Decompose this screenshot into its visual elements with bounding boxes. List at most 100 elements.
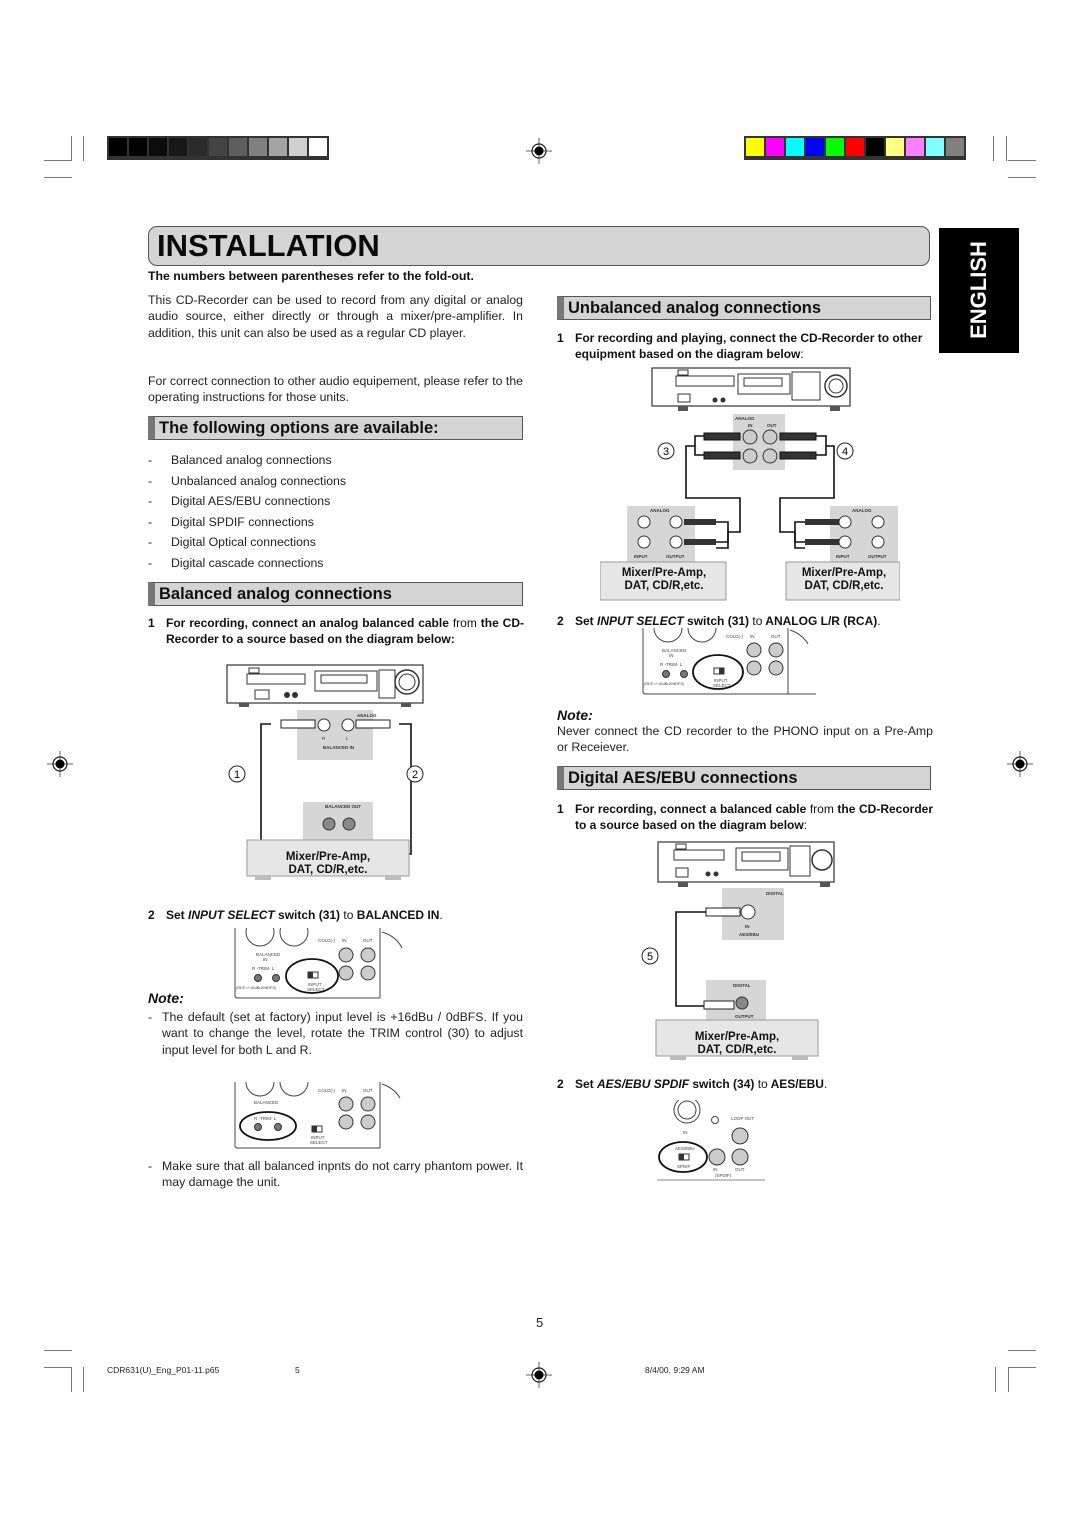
aes-spdif-switch-panel: IN LOOP OUT AES/EBU SPDIF IN OUT (SPDIF)	[657, 1100, 765, 1181]
step-text: ANALOG L/R (RCA)	[762, 614, 878, 628]
callout-number: 2	[412, 769, 418, 781]
callout-number: 3	[663, 446, 669, 458]
section-title: The following options are available:	[159, 419, 439, 437]
section-title: Unbalanced analog connections	[568, 299, 822, 317]
color-calibration-bar	[744, 136, 966, 160]
step-text: .	[823, 1077, 828, 1091]
rca-plug-icon	[805, 539, 839, 545]
color-swatch	[289, 138, 307, 156]
panel-label: AES/EBU	[739, 932, 759, 937]
panel-label: IN	[713, 1167, 718, 1172]
note-text: Make sure that all balanced inpnts do no…	[162, 1159, 523, 1190]
panel-label: IN	[342, 938, 347, 943]
panel-label: OUTPUT	[666, 554, 685, 559]
step-text: AES/EBU	[767, 1077, 824, 1091]
panel-label: OUTPUT	[868, 554, 887, 559]
step-text: INPUT SELECT	[597, 614, 684, 628]
panel-label: ANALOG	[735, 416, 755, 421]
step-number: 1	[148, 616, 155, 630]
color-swatch	[189, 138, 207, 156]
color-swatch	[866, 138, 884, 156]
rca-plug-icon	[779, 451, 817, 460]
color-swatch	[269, 138, 287, 156]
cd-recorder-unit	[651, 367, 851, 411]
panel-label: OUT	[363, 938, 373, 943]
note-item: - The default (set at factory) input leve…	[148, 1010, 523, 1057]
step-text: For recording, connect an analog balance…	[166, 616, 449, 630]
panel-label: (REF=+16dBu/0dBFS)	[236, 985, 277, 990]
panel-label: SELECT	[713, 683, 731, 688]
color-swatch	[886, 138, 904, 156]
note-heading: Note:	[148, 990, 184, 1006]
step-text: switch (31)	[683, 614, 753, 628]
step-text: For recording and playing, connect the C…	[575, 331, 923, 361]
color-swatch	[826, 138, 844, 156]
callout-number: 5	[647, 951, 653, 963]
panel-label: BALANCED IN	[323, 745, 354, 750]
foldout-note: The numbers between parentheses refer to…	[148, 269, 474, 283]
panel-label: R -TRIM- L	[254, 1116, 277, 1121]
registration-target-icon	[526, 1362, 552, 1388]
mixer-label: Mixer/Pre-Amp,	[622, 567, 706, 579]
panel-label: (REF=+16dBu/0dBFS)	[644, 681, 685, 686]
step-number: 1	[557, 331, 564, 345]
balanced-step-2: 2 Set INPUT SELECT switch (31) to BALANC…	[148, 907, 524, 925]
panel-label: BALANCED	[662, 648, 687, 653]
cable-2	[371, 723, 412, 855]
panel-label: COLD(-)	[726, 634, 743, 639]
list-item: - Digital cascade connections	[148, 555, 324, 570]
step-text: to	[757, 1077, 768, 1091]
panel-label: LOOP OUT	[731, 1116, 754, 1121]
aes-step-2: 2 Set AES/EBU SPDIF switch (34) to AES/E…	[557, 1076, 933, 1094]
mixer-label: Mixer/Pre-Amp,	[286, 851, 370, 863]
footer-timestamp: 8/4/00, 9:29 AM	[645, 1365, 705, 1375]
panel-label: IN	[745, 924, 750, 929]
panel-label: BALANCED OUT	[325, 804, 361, 809]
panel-label: ANALOG	[852, 508, 872, 513]
page-title: INSTALLATION	[157, 228, 380, 263]
panel-label: SPDIF	[677, 1164, 691, 1169]
trim-knob-l	[274, 1123, 282, 1131]
footer-page: 5	[295, 1365, 300, 1375]
list-item: - Balanced analog connections	[148, 453, 332, 467]
section-heading-aes: Digital AES/EBU connections	[557, 766, 931, 790]
rca-plug-icon	[684, 519, 716, 525]
panel-label: AES/EBU	[675, 1146, 695, 1151]
section-title: Digital AES/EBU connections	[568, 769, 798, 787]
registration-target-icon	[1007, 751, 1033, 777]
list-item-text: Balanced analog connections	[171, 453, 332, 467]
list-item-text: Digital Optical connections	[171, 535, 316, 549]
xlr-connector-icon	[355, 719, 391, 729]
panel-label: DIGITAL	[733, 983, 751, 988]
panel-label: OUT	[771, 634, 781, 639]
panel-label: COLD(-)	[318, 1088, 335, 1093]
color-swatch	[786, 138, 804, 156]
panel-label: OUT	[735, 1167, 745, 1172]
panel-label: R -TRIM- L	[252, 966, 275, 971]
unbalanced-step-1: 1 For recording and playing, connect the…	[557, 330, 933, 364]
panel-label: SELECT	[310, 1140, 328, 1145]
panel-label: BALANCED	[256, 952, 281, 957]
note-text: The default (set at factory) input level…	[162, 1010, 523, 1057]
list-item: - Digital SPDIF connections	[148, 514, 314, 529]
input-select-panel-analog: COLD(-) IN OUT BALANCED IN R -TRIM- L (R…	[642, 628, 816, 695]
intro-paragraph: This CD-Recorder can be used to record f…	[148, 293, 523, 340]
step-text: from	[448, 616, 481, 630]
panel-label: IN	[750, 634, 755, 639]
rca-plug-icon	[779, 432, 817, 441]
step-text: Set	[575, 1077, 598, 1091]
color-swatch	[846, 138, 864, 156]
panel-label: OUT	[767, 423, 777, 428]
step-text: switch (34)	[689, 1077, 758, 1091]
color-swatch	[806, 138, 824, 156]
step-text: INPUT SELECT	[188, 908, 275, 922]
note-item: - Make sure that all balanced inpnts do n…	[148, 1159, 523, 1190]
section-heading-balanced: Balanced analog connections	[148, 582, 523, 606]
callout-number: 4	[842, 446, 848, 458]
footer-filename: CDR631(U)_Eng_P01-11.p65	[107, 1365, 220, 1375]
note-text: Never connect the CD recorder to the PHO…	[557, 724, 933, 755]
panel-label: DIGITAL	[766, 891, 784, 896]
panel-label: ANALOG	[357, 713, 377, 718]
panel-label: IN	[669, 653, 674, 658]
aes-step-1: 1 For recording, connect a balanced cabl…	[557, 801, 933, 835]
